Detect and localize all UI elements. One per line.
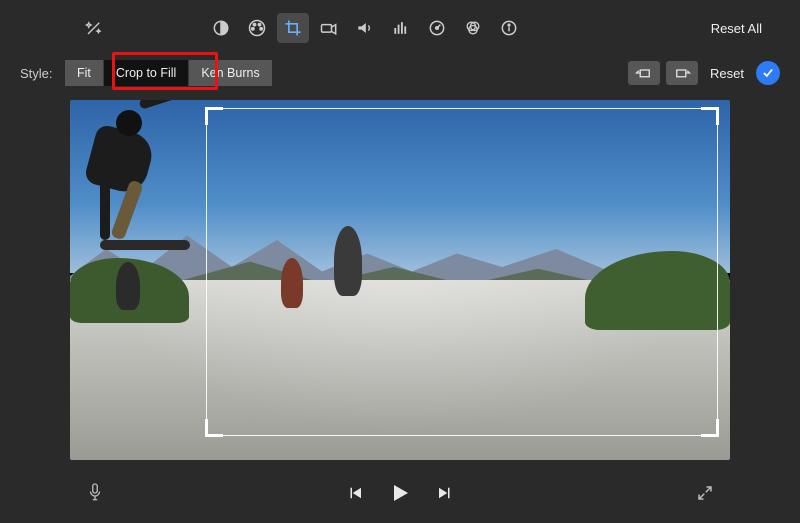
style-option-crop-to-fill[interactable]: Crop to Fill [104,60,189,86]
crop-handle-bottom-right[interactable] [701,419,719,437]
info-icon[interactable] [493,13,525,43]
color-filter-icon[interactable] [457,13,489,43]
crop-selection-frame[interactable] [206,108,718,436]
expand-icon[interactable] [696,484,714,507]
skip-back-button[interactable] [346,484,364,507]
camera-icon[interactable] [313,13,345,43]
video-viewer [70,100,730,460]
crop-handle-bottom-left[interactable] [205,419,223,437]
reset-all-button[interactable]: Reset All [703,17,770,40]
color-palette-icon[interactable] [241,13,273,43]
crop-handle-top-left[interactable] [205,107,223,125]
transport-controls [346,481,454,510]
style-segmented-control: Fit Crop to Fill Ken Burns [65,60,272,86]
top-toolbar: Reset All [0,10,800,46]
reset-button[interactable]: Reset [710,66,744,81]
style-option-fit[interactable]: Fit [65,60,104,86]
video-crop-editor: Reset All Style: Fit Crop to Fill Ken Bu… [0,0,800,523]
style-label: Style: [20,66,53,81]
play-button[interactable] [388,481,412,510]
style-option-ken-burns[interactable]: Ken Burns [189,60,271,86]
style-bar: Style: Fit Crop to Fill Ken Burns Reset [0,56,800,90]
microphone-icon[interactable] [86,482,104,509]
speed-gauge-icon[interactable] [421,13,453,43]
rotate-ccw-button[interactable] [628,61,660,85]
volume-icon[interactable] [349,13,381,43]
skip-forward-button[interactable] [436,484,454,507]
magic-wand-icon[interactable] [78,13,110,43]
crop-handle-top-right[interactable] [701,107,719,125]
crop-icon[interactable] [277,13,309,43]
color-balance-icon[interactable] [205,13,237,43]
equalizer-icon[interactable] [385,13,417,43]
playback-bar [0,477,800,513]
rotate-cw-button[interactable] [666,61,698,85]
apply-button[interactable] [756,61,780,85]
